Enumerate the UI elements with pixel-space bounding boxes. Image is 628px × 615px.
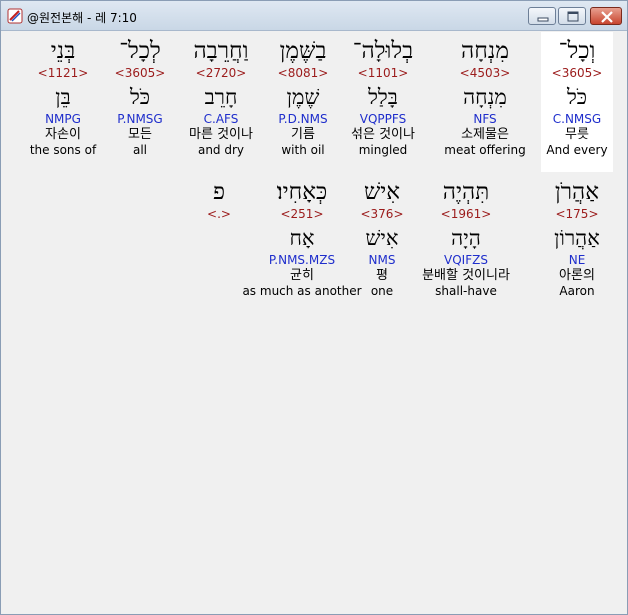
- hebrew-word: אַהֲרֹן: [554, 179, 600, 205]
- hebrew-word: בְּנֵי: [50, 38, 76, 64]
- strong-number[interactable]: <251>: [237, 207, 367, 221]
- korean-gloss: 분배할 것이니라: [422, 268, 510, 283]
- word-block[interactable]: מִנְחָה <4503> מִנְחָה NFS 소제물은 meat off…: [435, 32, 535, 157]
- minimize-icon: [537, 17, 549, 22]
- hebrew-word: תִּהְיֶה: [442, 179, 490, 205]
- hebrew-lemma: בֵּן: [55, 85, 71, 109]
- strong-number[interactable]: <1121>: [13, 66, 113, 80]
- maximize-icon: [567, 11, 579, 22]
- morphology-code: NMPG: [45, 112, 81, 126]
- korean-gloss: 아론의: [559, 268, 595, 283]
- minimize-button[interactable]: [528, 7, 556, 25]
- hebrew-word: פ: [212, 179, 226, 205]
- word-block[interactable]: כְּאָחִיו׃ <251> אָח P.NMS.MZS 균히 as muc…: [237, 173, 367, 298]
- window-title: @원전본해 - 레 7:10: [27, 11, 137, 25]
- hebrew-lemma: אָח: [289, 226, 315, 250]
- strong-number[interactable]: <4503>: [435, 66, 535, 80]
- word-block[interactable]: בְּנֵי <1121> בֵּן NMPG 자손이 the sons of: [13, 32, 113, 157]
- hebrew-word: כְּאָחִיו׃: [276, 179, 328, 205]
- english-gloss: Aaron: [559, 284, 595, 298]
- hebrew-word: וְכָל־: [558, 38, 596, 64]
- english-gloss: the sons of: [29, 143, 97, 157]
- english-gloss: shall-have: [435, 284, 497, 298]
- app-icon: [7, 8, 23, 24]
- strong-number[interactable]: <1961>: [411, 207, 521, 221]
- hebrew-lemma: מִנְחָה: [463, 85, 507, 109]
- english-gloss: meat offering: [444, 143, 526, 157]
- close-button[interactable]: [590, 7, 622, 25]
- morphology-code: C.NMSG: [552, 112, 602, 126]
- strong-number[interactable]: <.>: [191, 207, 247, 221]
- word-block[interactable]: אַהֲרֹן <175> אַהֲרוֹן NE 아론의 Aaron: [527, 173, 627, 298]
- korean-gloss: 균히: [290, 268, 314, 283]
- maximize-button[interactable]: [558, 7, 586, 25]
- morphology-code: NE: [568, 253, 586, 267]
- morphology-code: NFS: [473, 112, 497, 126]
- korean-gloss: 소제물은: [461, 127, 509, 142]
- interlinear-view: וְכָל־ <3605> כֹּל C.NMSG 무릇 And every מ…: [5, 32, 624, 610]
- english-gloss: And every: [546, 143, 608, 157]
- morphology-code: P.NMS.MZS: [268, 253, 336, 267]
- hebrew-lemma: אַהֲרוֹן: [554, 226, 600, 250]
- hebrew-word: מִנְחָה: [461, 38, 509, 64]
- hebrew-lemma: הָיָה: [451, 226, 481, 250]
- word-block[interactable]: פ <.>: [191, 173, 247, 221]
- korean-gloss: 자손이: [45, 127, 81, 142]
- english-gloss: as much as another: [242, 284, 362, 298]
- word-block[interactable]: וְכָל־ <3605> כֹּל C.NMSG 무릇 And every: [541, 32, 613, 172]
- korean-gloss: 무릇: [565, 127, 589, 142]
- strong-number[interactable]: <3605>: [541, 66, 613, 80]
- main-window: @원전본해 - 레 7:10 וְכָל־ <3605> כֹּל C.NMSG…: [0, 0, 628, 615]
- close-icon: [601, 11, 613, 23]
- word-block[interactable]: תִּהְיֶה <1961> הָיָה VQIFZS 분배할 것이니라 sh…: [411, 173, 521, 298]
- title-bar[interactable]: @원전본해 - 레 7:10: [1, 1, 627, 31]
- morphology-code: VQIFZS: [444, 253, 488, 267]
- strong-number[interactable]: <175>: [527, 207, 627, 221]
- hebrew-lemma: כֹּל: [566, 85, 588, 109]
